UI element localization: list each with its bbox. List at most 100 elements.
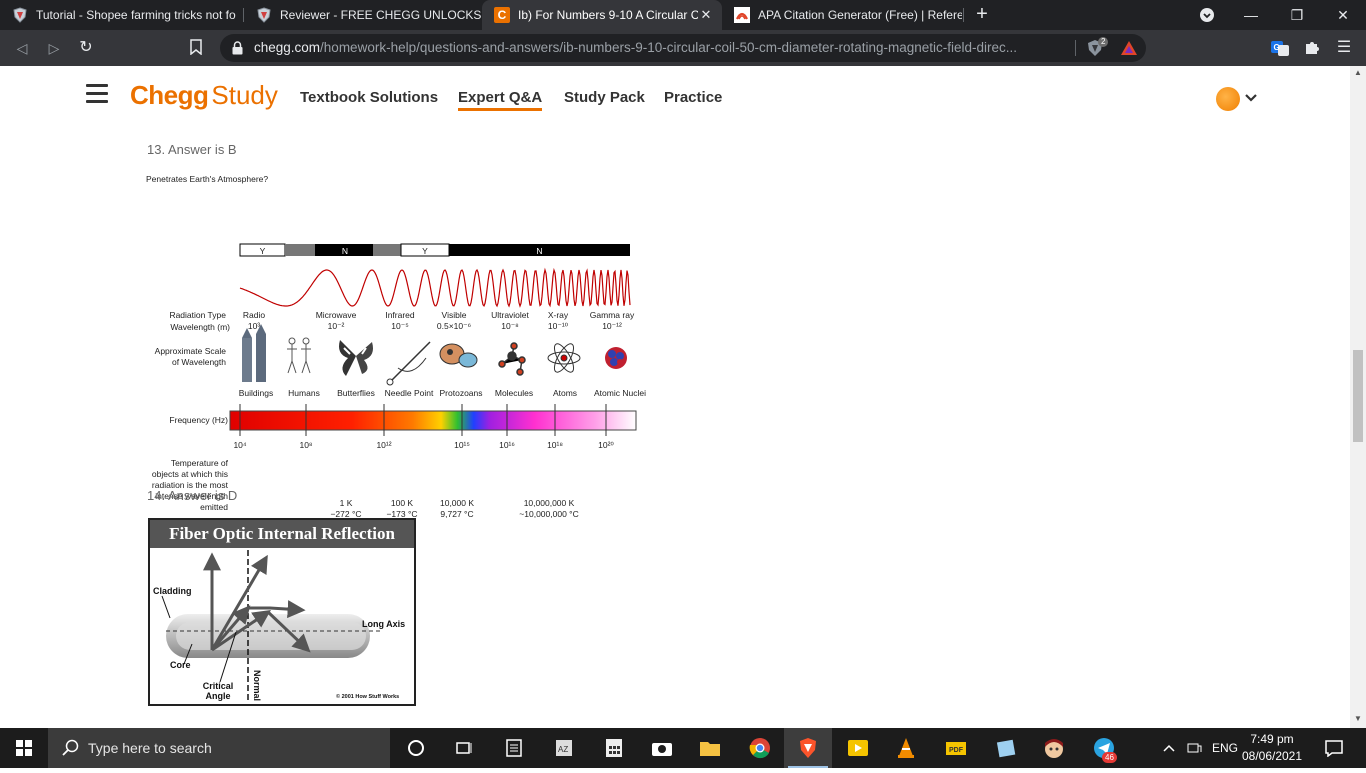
network-icon[interactable] (1184, 734, 1204, 762)
browser-toolbar: ◁ ▷ ↻ chegg.com/homework-help/questions-… (0, 30, 1366, 66)
az-app-icon[interactable]: AZ (550, 734, 578, 762)
calculator-icon[interactable] (600, 734, 628, 762)
close-tab-icon[interactable]: ✕ (698, 7, 714, 23)
fiber-optic-figure: Fiber Optic Internal Reflection Cladding… (148, 518, 416, 706)
cortana-icon[interactable] (402, 734, 430, 762)
answer-14-text: 14. Answer is D (147, 488, 238, 503)
logo-chegg-text: Chegg (130, 80, 209, 110)
system-clock[interactable]: 7:49 pm 08/06/2021 (1240, 731, 1304, 765)
restore-icon[interactable]: ❐ (1274, 0, 1320, 30)
frequency-tick-label: 10¹⁶ (499, 440, 515, 450)
nav-expert-qa[interactable]: Expert Q&A (458, 89, 543, 111)
frequency-tick-label: 10¹² (376, 440, 392, 450)
address-bar[interactable]: chegg.com/homework-help/questions-and-an… (220, 34, 1146, 62)
tab-search-icon[interactable] (1184, 0, 1230, 30)
windows-start-icon[interactable] (0, 728, 48, 768)
brave-rewards-icon[interactable] (1120, 40, 1138, 56)
forward-arrow-icon[interactable]: ▷ (44, 38, 64, 58)
logo-study-text: Study (211, 80, 278, 110)
shield-count-badge: 2 (1098, 37, 1109, 47)
chevron-down-icon[interactable] (1244, 91, 1258, 105)
notification-center-icon[interactable] (1320, 734, 1348, 762)
radiation-type-wavelength: 10³ (247, 321, 261, 331)
tab-chegg-question[interactable]: C Ib) For Numbers 9-10 A Circular C ✕ (482, 0, 722, 30)
minimize-icon[interactable]: — (1228, 0, 1274, 30)
protozoans-icon (439, 343, 478, 368)
radiation-type-name: Gamma ray (589, 310, 635, 320)
tab-shopee-tutorial[interactable]: Tutorial - Shopee farming tricks not fo (0, 0, 242, 30)
atm-no-label: N (536, 246, 543, 256)
scale-label: Approximate Scale of Wavelength (154, 346, 226, 367)
page-content: Chegg Study Textbook Solutions Expert Q&A… (0, 66, 1350, 728)
translate-extension-icon[interactable]: G (1270, 38, 1290, 58)
radiation-type-name: Microwave (315, 310, 357, 320)
new-tab-button[interactable]: + (972, 4, 992, 26)
tab-apa-citation[interactable]: APA Citation Generator (Free) | Referer (722, 0, 962, 30)
nav-textbook-solutions[interactable]: Textbook Solutions (300, 89, 438, 106)
nav-practice[interactable]: Practice (664, 89, 722, 106)
chrome-icon[interactable] (746, 734, 774, 762)
radiation-type-label: Radiation Type (169, 310, 226, 320)
url-path: /homework-help/questions-and-answers/ib-… (320, 40, 1018, 55)
temperature-label: Temperature of objects at which this rad… (151, 458, 228, 512)
scroll-up-arrow-icon[interactable]: ▲ (1354, 68, 1362, 77)
taskbar-search-box[interactable]: Type here to search (48, 728, 390, 768)
task-view-icon[interactable] (450, 734, 478, 762)
svg-text:G: G (1274, 43, 1280, 52)
critical-angle-label: Critical Angle (202, 681, 234, 701)
user-avatar[interactable] (1216, 87, 1240, 111)
hamburger-menu-icon[interactable] (86, 84, 108, 104)
normal-label: Normal (252, 670, 262, 702)
game-character-icon[interactable] (1040, 734, 1068, 762)
url-domain: chegg.com (254, 40, 321, 55)
media-player-icon[interactable] (844, 734, 872, 762)
svg-text:AZ: AZ (558, 745, 568, 754)
atm-yes-label: Y (422, 246, 428, 256)
pdf-app-icon[interactable]: PDF (942, 734, 970, 762)
tab-title: Reviewer - FREE CHEGG UNLOCKS | Pa (280, 8, 482, 22)
brave-browser-icon[interactable] (794, 734, 822, 762)
camera-app-icon[interactable] (648, 734, 676, 762)
electromagnetic-spectrum-figure: Penetrates Earth's Atmosphere? Y N Y N R… (146, 172, 656, 519)
close-window-icon[interactable]: ✕ (1320, 0, 1366, 30)
needle-point-icon (386, 341, 431, 386)
page-scrollbar[interactable]: ▲ ▼ (1350, 66, 1366, 728)
lock-icon (232, 41, 243, 55)
url-separator (1075, 40, 1076, 56)
butterfly-icon (339, 340, 373, 376)
chegg-favicon-icon: C (494, 7, 510, 23)
notepad-app-icon[interactable] (992, 734, 1020, 762)
temperature-celsius-label: ~10,000,000 °C (519, 509, 579, 519)
scroll-down-arrow-icon[interactable]: ▼ (1354, 714, 1362, 723)
tray-chevron-up-icon[interactable] (1160, 734, 1178, 762)
frequency-label: Frequency (Hz) (169, 415, 228, 425)
radiation-type-wavelength: 10⁻² (327, 321, 345, 331)
bookmark-icon[interactable] (190, 39, 202, 56)
chegg-study-logo[interactable]: Chegg Study (130, 80, 278, 110)
frequency-tick-label: 10⁸ (299, 440, 313, 450)
language-indicator[interactable]: ENG (1212, 741, 1238, 755)
temperature-tick-label: 10,000,000 K (523, 498, 575, 508)
document-app-icon[interactable] (500, 734, 528, 762)
search-placeholder: Type here to search (88, 740, 212, 756)
frequency-tick-label: 10¹⁵ (454, 440, 470, 450)
chegg-header: Chegg Study Textbook Solutions Expert Q&A… (0, 66, 1350, 132)
scrollbar-thumb[interactable] (1353, 350, 1363, 442)
back-arrow-icon[interactable]: ◁ (12, 38, 32, 58)
molecules-icon (498, 342, 526, 376)
copyright-label: © 2001 How Stuff Works (336, 694, 400, 700)
shield-favicon-icon (256, 7, 272, 23)
radiation-type-name: Visible (441, 310, 467, 320)
menu-icon[interactable]: ☰ (1334, 38, 1354, 58)
tab-reviewer[interactable]: Reviewer - FREE CHEGG UNLOCKS | Pa (244, 0, 482, 30)
radiation-type-wavelength: 10⁻⁵ (391, 321, 409, 331)
radiation-type-name: Radio (242, 310, 266, 320)
atomic-nucleus-icon (605, 347, 627, 369)
nav-study-pack[interactable]: Study Pack (564, 89, 645, 106)
file-explorer-icon[interactable] (696, 734, 724, 762)
extensions-puzzle-icon[interactable] (1302, 38, 1322, 58)
atm-no-label: N (341, 246, 349, 256)
reload-icon[interactable]: ↻ (76, 38, 96, 58)
vlc-icon[interactable] (892, 734, 920, 762)
temperature-celsius-label: 9,727 °C (440, 509, 474, 519)
